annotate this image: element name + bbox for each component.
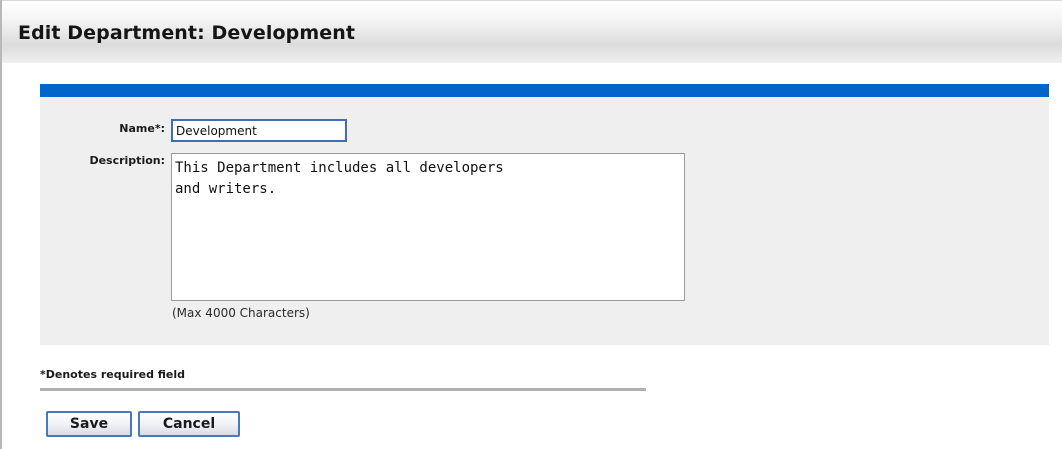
name-label: Name*: [119, 122, 165, 135]
description-label: Description: [89, 154, 165, 167]
divider [40, 388, 646, 391]
save-button[interactable]: Save [46, 411, 132, 437]
description-max-length-note: (Max 4000 Characters) [172, 306, 310, 320]
page-title: Edit Department: Development [18, 22, 356, 44]
cancel-button[interactable]: Cancel [138, 411, 240, 437]
edit-department-page: Edit Department: Development Name*: Desc… [0, 0, 1062, 449]
department-form-panel: Name*: Description: This Department incl… [40, 97, 1049, 345]
section-accent-bar [40, 84, 1049, 97]
header-bar: Edit Department: Development [2, 0, 1062, 63]
required-field-note: *Denotes required field [40, 368, 186, 381]
description-textarea[interactable]: This Department includes all developers … [171, 153, 685, 301]
name-input[interactable] [171, 119, 347, 142]
